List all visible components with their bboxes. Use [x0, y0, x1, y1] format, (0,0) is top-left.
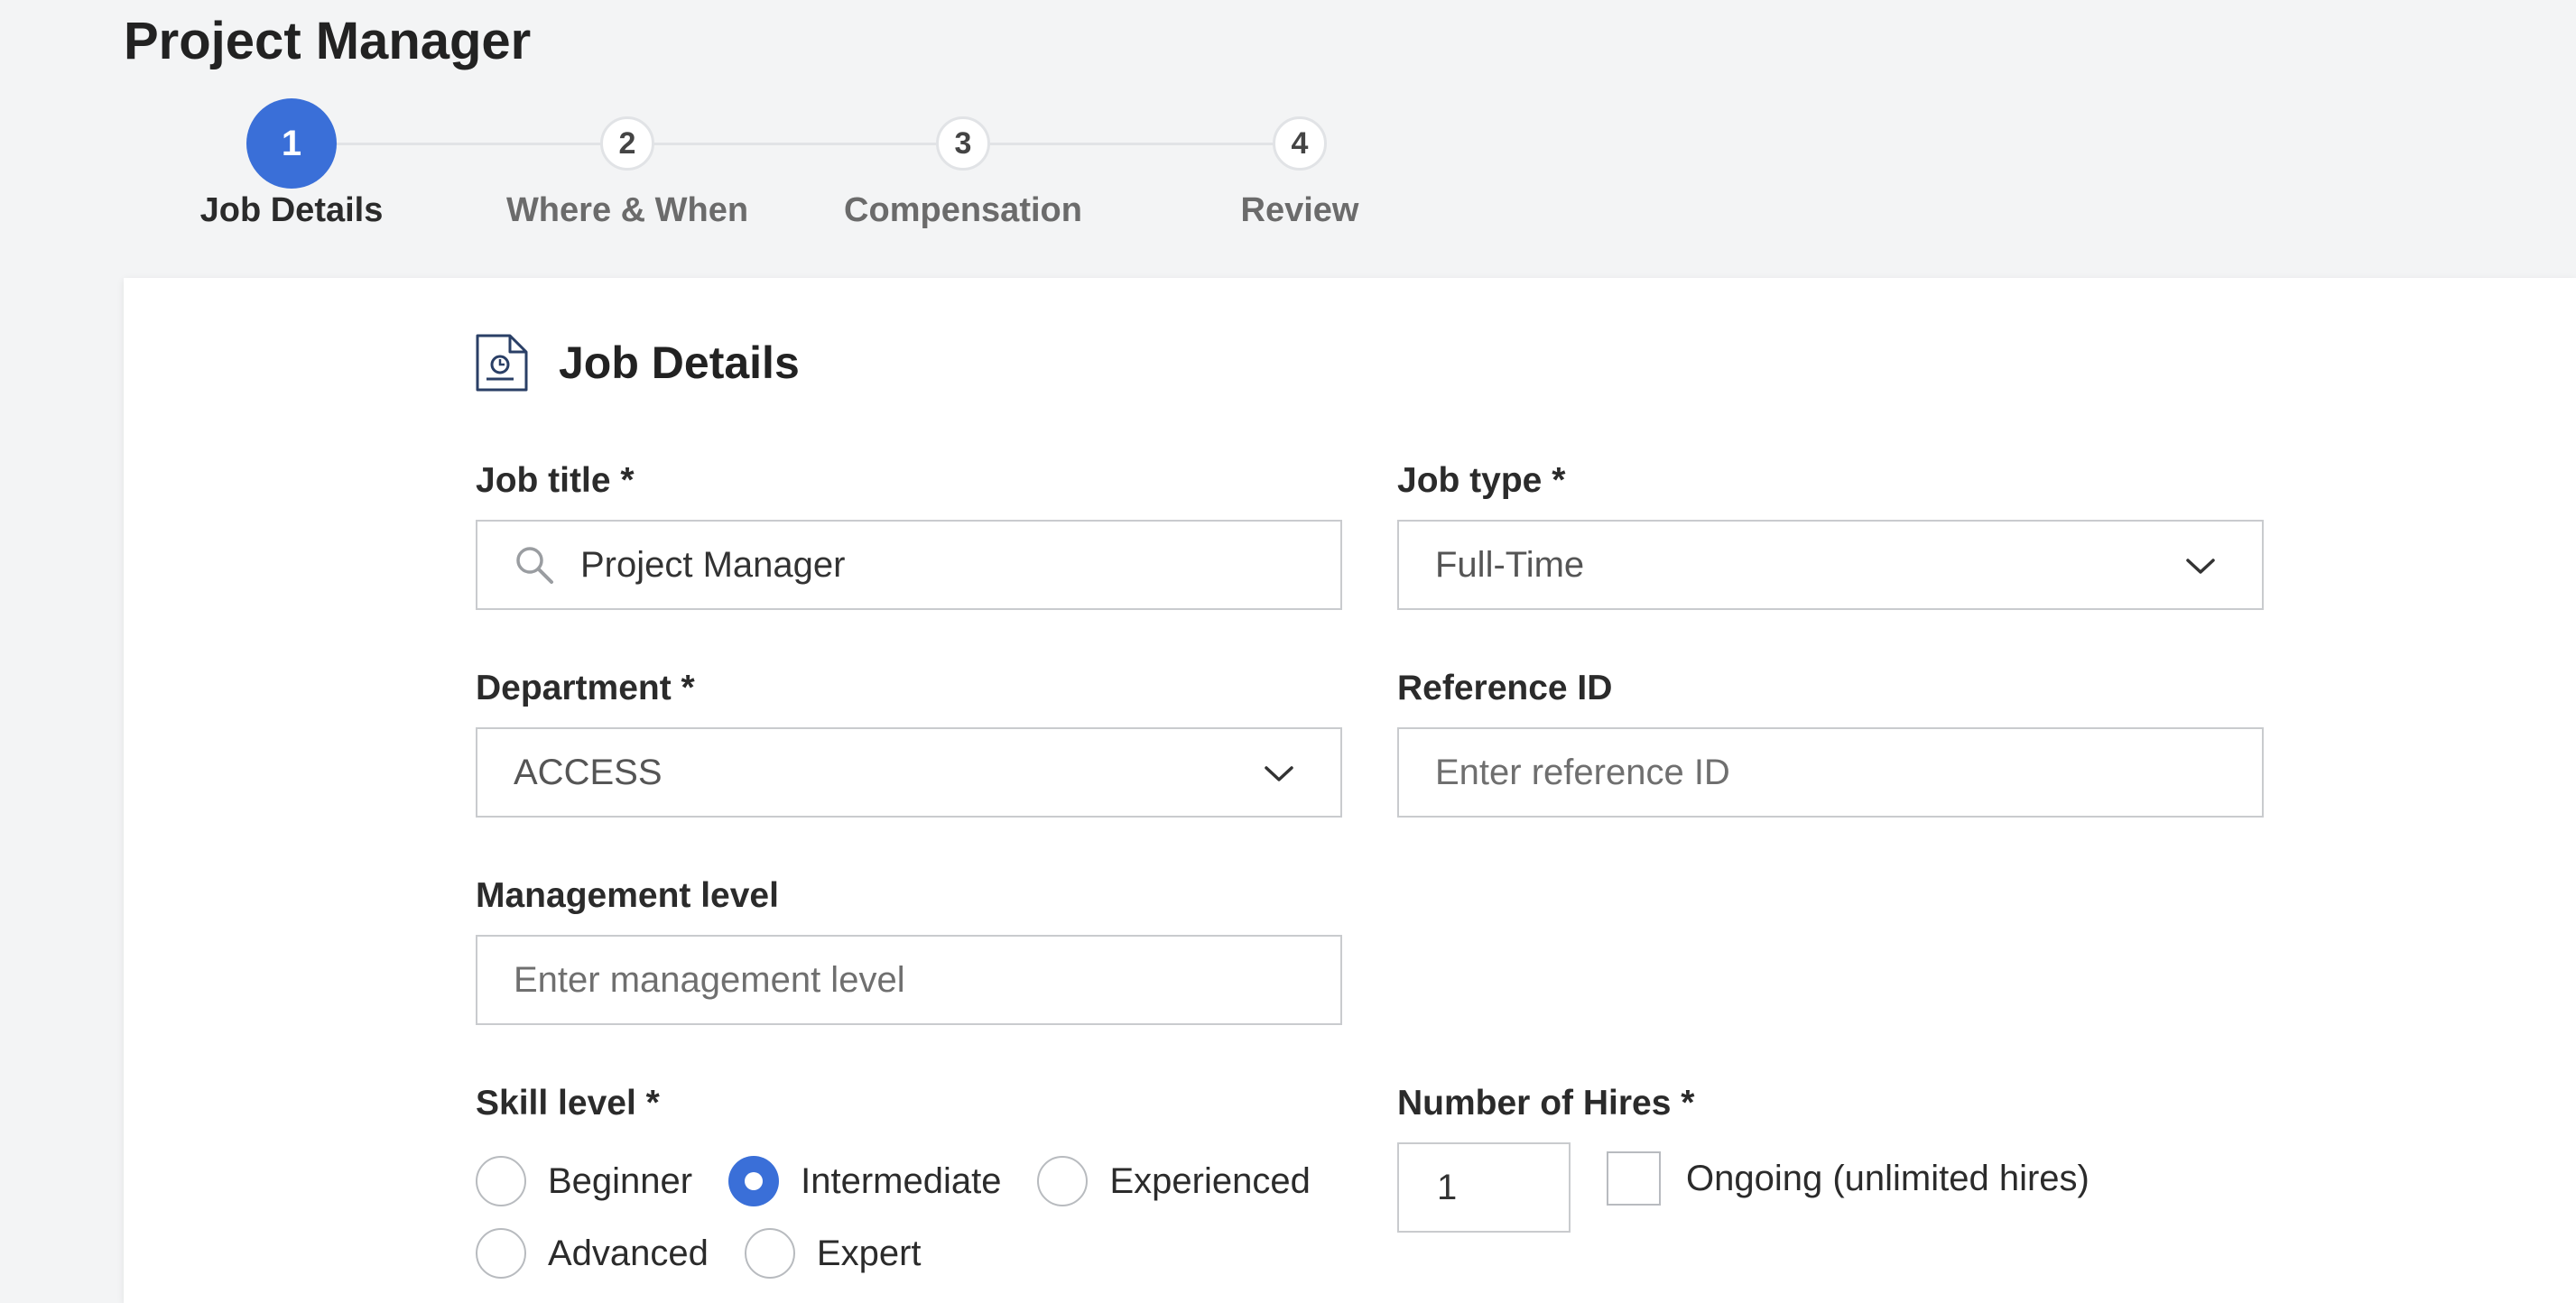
radio-circle-intermediate: [728, 1156, 780, 1206]
number-of-hires-field: Number of Hires *: [1397, 1081, 1694, 1126]
stepper-connector: [292, 143, 1302, 145]
step-number-2: 2: [600, 116, 654, 171]
job-type-field: Job type * Full-Time: [1397, 458, 2264, 610]
section-header: Job Details: [474, 332, 800, 393]
management-level-label: Management level: [476, 876, 779, 915]
step-label-job-details: Job Details: [199, 191, 384, 229]
reference-id-label: Reference ID: [1397, 669, 1613, 707]
radio-label-experienced: Experienced: [1109, 1160, 1311, 1201]
radio-label-beginner: Beginner: [548, 1160, 693, 1201]
number-of-hires-input[interactable]: 1: [1397, 1142, 1571, 1233]
number-of-hires-value: 1: [1437, 1167, 1458, 1207]
step-where-when[interactable]: 2 Where & When: [492, 90, 763, 229]
skill-level-label: Skill level *: [476, 1084, 660, 1123]
job-type-label: Job type *: [1397, 461, 1566, 500]
management-level-placeholder: Enter management level: [514, 959, 905, 1000]
job-title-field: Job title * Project Manager: [476, 458, 1342, 610]
document-clock-icon: [476, 334, 528, 392]
department-field: Department * ACCESS: [476, 666, 1342, 818]
skill-level-radio-row-2: Advanced Expert: [476, 1228, 958, 1279]
step-number-4: 4: [1273, 116, 1327, 171]
reference-id-input[interactable]: Enter reference ID: [1397, 727, 2264, 818]
number-of-hires-label: Number of Hires *: [1397, 1084, 1695, 1123]
page-title: Project Manager: [124, 12, 532, 70]
ongoing-hires-checkbox[interactable]: Ongoing (unlimited hires): [1607, 1151, 2090, 1206]
radio-intermediate[interactable]: Intermediate: [728, 1156, 1001, 1206]
management-level-input[interactable]: Enter management level: [476, 935, 1342, 1025]
radio-advanced[interactable]: Advanced: [476, 1228, 709, 1279]
radio-expert[interactable]: Expert: [744, 1228, 922, 1279]
radio-circle-beginner: [476, 1156, 526, 1206]
job-title-value: Project Manager: [580, 544, 846, 585]
step-label-where-when: Where & When: [505, 191, 749, 229]
section-title: Job Details: [559, 337, 800, 388]
step-number-1: 1: [246, 98, 337, 189]
radio-beginner[interactable]: Beginner: [476, 1156, 692, 1206]
step-label-review: Review: [1240, 191, 1359, 229]
radio-label-expert: Expert: [816, 1233, 922, 1273]
search-icon: [516, 547, 553, 584]
chevron-down-icon: [1265, 766, 1293, 781]
job-type-select[interactable]: Full-Time: [1397, 520, 2264, 610]
step-number-3: 3: [936, 116, 990, 171]
reference-id-placeholder: Enter reference ID: [1435, 752, 1730, 792]
department-select[interactable]: ACCESS: [476, 727, 1342, 818]
step-job-details[interactable]: 1 Job Details: [156, 90, 427, 229]
radio-circle-experienced: [1037, 1156, 1089, 1206]
job-title-label: Job title *: [476, 461, 635, 500]
progress-stepper: 1 Job Details 2 Where & When 3 Compensat…: [0, 90, 1444, 253]
radio-experienced[interactable]: Experienced: [1037, 1156, 1311, 1206]
skill-level-radio-row-1: Beginner Intermediate Experienced: [476, 1156, 1347, 1206]
department-value: ACCESS: [514, 752, 663, 792]
step-label-compensation: Compensation: [844, 191, 1082, 229]
job-type-value: Full-Time: [1435, 544, 1585, 585]
ongoing-checkbox-label: Ongoing (unlimited hires): [1686, 1158, 2090, 1198]
step-compensation[interactable]: 3 Compensation: [828, 90, 1098, 229]
step-review[interactable]: 4 Review: [1164, 90, 1435, 229]
management-level-field: Management level Enter management level: [476, 873, 1342, 1025]
skill-level-field: Skill level *: [476, 1081, 660, 1126]
job-title-input[interactable]: Project Manager: [476, 520, 1342, 610]
radio-circle-expert: [744, 1228, 795, 1279]
chevron-down-icon: [2186, 559, 2215, 574]
radio-label-advanced: Advanced: [548, 1233, 709, 1273]
reference-id-field: Reference ID Enter reference ID: [1397, 666, 2264, 818]
department-label: Department *: [476, 669, 695, 707]
radio-circle-advanced: [476, 1228, 526, 1279]
radio-label-intermediate: Intermediate: [801, 1160, 1002, 1201]
job-details-card: Job Details Job title * Project Manager …: [124, 278, 2576, 1303]
ongoing-checkbox-box[interactable]: [1607, 1151, 1661, 1206]
